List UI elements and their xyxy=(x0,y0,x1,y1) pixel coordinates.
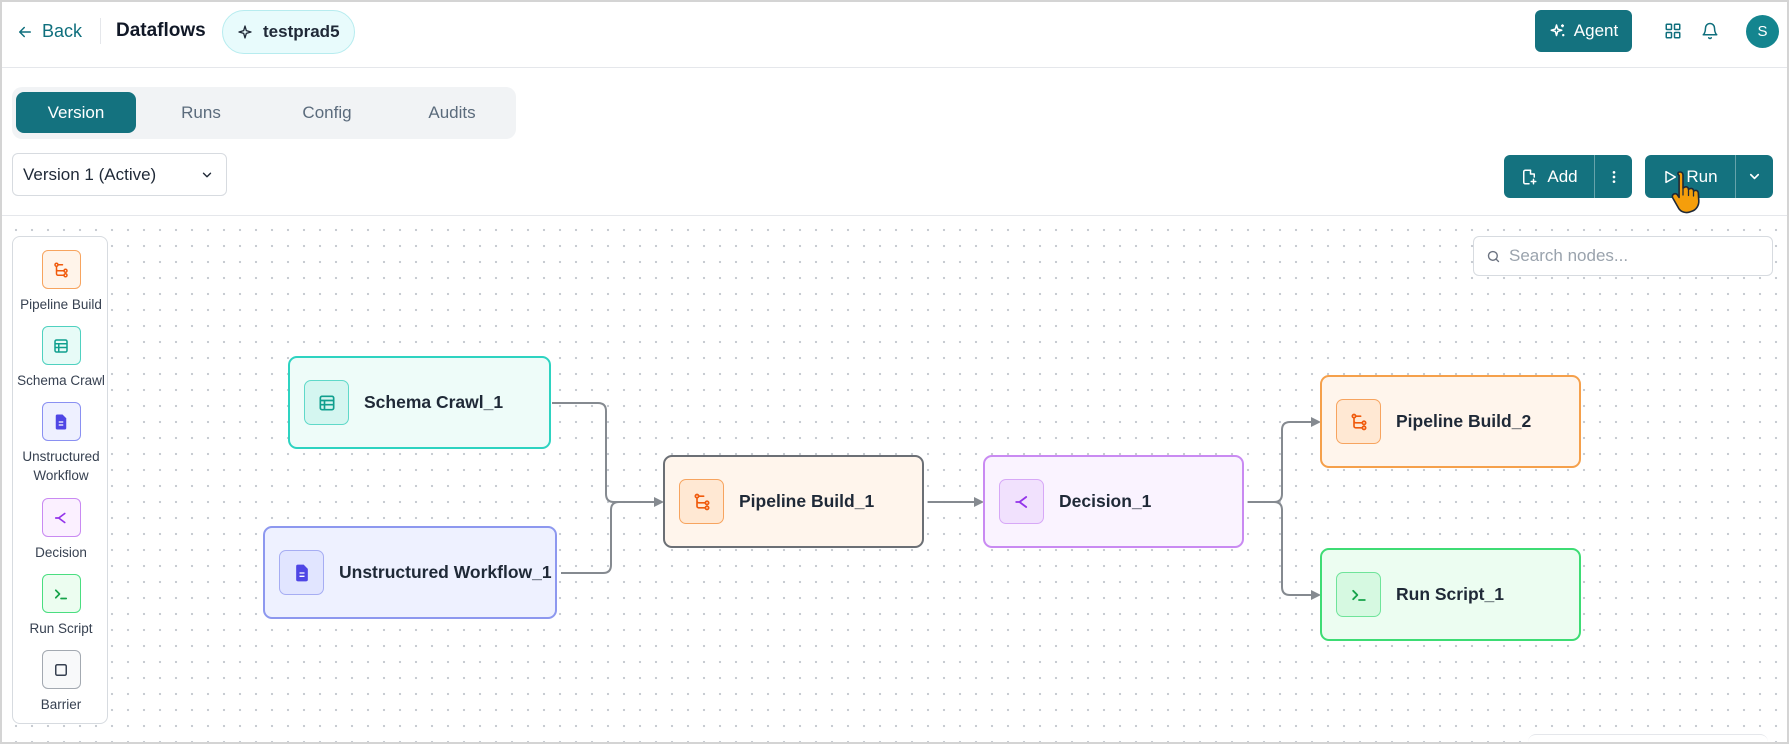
palette-item-pipeline-build[interactable]: Pipeline Build xyxy=(13,250,109,314)
node-palette: Pipeline Build Schema Crawl Unstructured… xyxy=(12,236,108,724)
chevron-down-icon xyxy=(202,172,212,177)
tab-audits[interactable]: Audits xyxy=(397,92,507,133)
terminal-icon xyxy=(1336,572,1381,617)
palette-item-schema-crawl[interactable]: Schema Crawl xyxy=(13,326,109,390)
palette-label: Pipeline Build xyxy=(20,297,102,312)
node-label: Pipeline Build_1 xyxy=(739,491,875,511)
document-icon xyxy=(41,402,81,441)
page-title: Dataflows xyxy=(116,20,206,41)
palette-label: Run Script xyxy=(29,621,93,636)
add-button-group: Add xyxy=(1504,155,1632,198)
palette-label: Unstructured Workflow xyxy=(22,449,100,483)
search-nodes xyxy=(1473,236,1773,276)
palette-item-run-script[interactable]: Run Script xyxy=(13,574,109,638)
sparkles-icon xyxy=(1550,24,1565,37)
table-icon xyxy=(304,380,349,425)
agent-button[interactable]: Agent xyxy=(1535,10,1632,52)
version-select-value: Version 1 (Active) xyxy=(23,164,157,184)
terminal-icon xyxy=(41,574,81,613)
palette-label: Decision xyxy=(35,545,87,560)
run-options-button[interactable] xyxy=(1735,155,1773,198)
node-label: Schema Crawl_1 xyxy=(364,392,504,412)
arrow-left-icon xyxy=(19,26,31,37)
search-nodes-input[interactable] xyxy=(1509,246,1759,266)
notifications-button[interactable] xyxy=(1699,20,1721,42)
project-name: testprad5 xyxy=(263,22,340,41)
table-icon xyxy=(41,326,81,365)
node-run-script-1[interactable]: Run Script_1 xyxy=(1320,548,1581,641)
more-vertical-icon xyxy=(1612,170,1615,183)
add-more-button[interactable] xyxy=(1594,155,1632,198)
bell-icon xyxy=(1702,22,1718,40)
node-pipeline-build-2[interactable]: Pipeline Build_2 xyxy=(1320,375,1581,468)
run-button-group: Run xyxy=(1645,155,1773,198)
tab-version[interactable]: Version xyxy=(16,92,136,133)
chevron-down-icon xyxy=(1749,173,1760,180)
user-avatar[interactable]: S xyxy=(1746,15,1779,48)
decision-icon xyxy=(999,479,1044,524)
sparkle-icon xyxy=(238,25,252,39)
node-unstructured-workflow-1[interactable]: Unstructured Workflow_1 xyxy=(263,526,557,619)
square-icon xyxy=(41,650,81,689)
apps-grid-button[interactable] xyxy=(1662,20,1684,42)
pipeline-icon xyxy=(679,479,724,524)
tab-config[interactable]: Config xyxy=(272,92,382,133)
pipeline-icon xyxy=(1336,399,1381,444)
add-button[interactable]: Add xyxy=(1504,155,1594,198)
palette-label: Schema Crawl xyxy=(17,373,105,388)
add-label: Add xyxy=(1547,166,1578,186)
pointer-cursor-icon xyxy=(1671,171,1700,214)
project-pill[interactable]: testprad5 xyxy=(222,10,355,54)
decision-icon xyxy=(41,498,81,537)
node-label: Pipeline Build_2 xyxy=(1396,411,1532,431)
version-select[interactable]: Version 1 (Active) xyxy=(12,153,227,196)
document-icon xyxy=(279,550,324,595)
palette-item-decision[interactable]: Decision xyxy=(13,498,109,562)
palette-label: Barrier xyxy=(40,697,82,712)
top-bar: Back Dataflows testprad5 Agent S xyxy=(2,2,1787,68)
back-label: Back xyxy=(42,21,83,41)
file-plus-icon xyxy=(1523,169,1537,184)
back-button[interactable]: Back xyxy=(16,21,82,42)
node-label: Run Script_1 xyxy=(1396,584,1504,604)
search-icon xyxy=(1487,250,1500,262)
node-schema-crawl-1[interactable]: Schema Crawl_1 xyxy=(288,356,551,449)
node-label: Unstructured Workflow_1 xyxy=(339,562,552,582)
minimap-edge xyxy=(1528,734,1768,742)
node-decision-1[interactable]: Decision_1 xyxy=(983,455,1244,548)
header-divider xyxy=(100,18,101,44)
pipeline-icon xyxy=(41,250,81,289)
tab-bar: Version Runs Config Audits xyxy=(12,87,516,139)
node-label: Decision_1 xyxy=(1059,491,1152,511)
node-pipeline-build-1[interactable]: Pipeline Build_1 xyxy=(663,455,924,548)
palette-item-unstructured-workflow[interactable]: Unstructured Workflow xyxy=(13,402,109,485)
palette-item-barrier[interactable]: Barrier xyxy=(13,650,109,714)
tab-runs[interactable]: Runs xyxy=(146,92,256,133)
agent-label: Agent xyxy=(1573,21,1619,40)
grid-icon xyxy=(1665,23,1681,39)
